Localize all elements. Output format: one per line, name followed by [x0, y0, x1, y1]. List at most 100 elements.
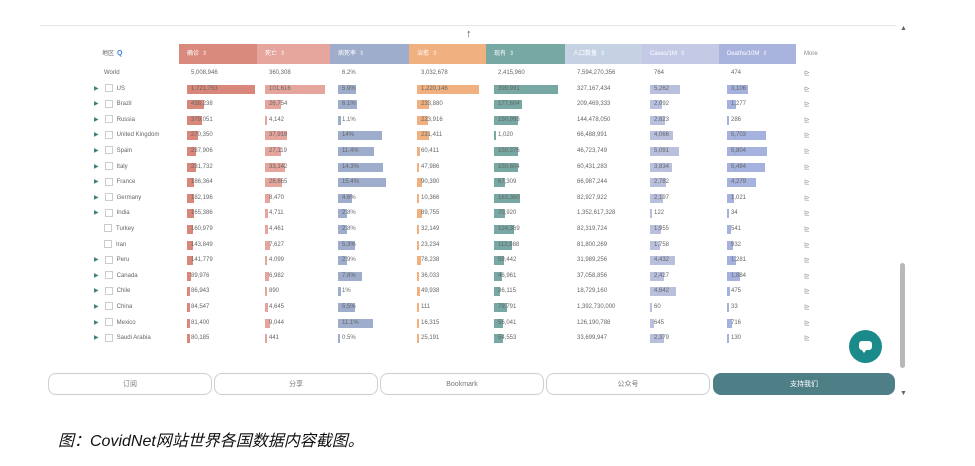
row-checkbox[interactable]: [104, 161, 113, 170]
header-cases-per-m[interactable]: Cases/1M ⇕: [642, 44, 719, 64]
row-checkbox[interactable]: [104, 130, 113, 139]
expand-row-icon[interactable]: ▶: [94, 304, 99, 310]
country-name-cell[interactable]: ▶ US: [94, 82, 125, 97]
trend-chart-icon[interactable]: ⊵: [804, 222, 810, 237]
share-button[interactable]: 分享: [214, 373, 378, 395]
expand-row-icon[interactable]: ▶: [94, 257, 99, 263]
table-row[interactable]: Iran 143,849 7,627 5.3% 23,234 112,988 81,800,…: [94, 238, 894, 254]
header-deaths[interactable]: 死亡 ⇕: [257, 44, 330, 64]
header-deaths-per-m[interactable]: Deaths/10M ⇕: [719, 44, 796, 64]
trend-chart-icon[interactable]: ⊵: [804, 175, 810, 190]
row-checkbox[interactable]: [104, 271, 113, 280]
table-row[interactable]: ▶ Italy 231,732 33,142 14.3% 47,986 150,604 60,…: [94, 160, 894, 176]
row-checkbox[interactable]: [104, 193, 113, 202]
trend-chart-icon[interactable]: ⊵: [804, 331, 810, 346]
row-checkbox[interactable]: [104, 115, 113, 124]
country-name-cell[interactable]: ▶ Chile: [94, 284, 130, 299]
table-row[interactable]: ▶ Spain 237,906 27,119 11.4% 60,411 150,376 46,…: [94, 144, 894, 160]
row-checkbox[interactable]: [104, 99, 113, 108]
scroll-up-arrow-icon[interactable]: ↑: [466, 28, 472, 40]
row-checkbox[interactable]: [104, 84, 113, 93]
table-row[interactable]: ▶ China 84,547 4,645 5.5% 111 79,791 1,392,730,…: [94, 300, 894, 316]
row-checkbox[interactable]: [104, 302, 113, 311]
table-row[interactable]: Turkey 160,979 4,461 2.8% 32,149 124,369 82,31…: [94, 222, 894, 238]
header-population[interactable]: 人口数量 ⇕: [565, 44, 642, 64]
country-name-cell[interactable]: ▶ Germany: [94, 191, 141, 206]
table-row[interactable]: ▶ United Kingdom 270,350 37,919 14% 231,411 1,…: [94, 128, 894, 144]
trend-chart-icon[interactable]: ⊵: [804, 316, 810, 331]
trend-chart-icon[interactable]: ⊵: [804, 160, 810, 175]
official-account-button[interactable]: 公众号: [546, 373, 710, 395]
row-checkbox[interactable]: [104, 317, 113, 326]
expand-row-icon[interactable]: ▶: [94, 164, 99, 170]
header-cases[interactable]: 确诊 ⇕: [179, 44, 257, 64]
row-checkbox[interactable]: [104, 239, 112, 248]
header-region[interactable]: 地区 Q: [94, 44, 179, 64]
header-fatality[interactable]: 病死率 ⇕: [330, 44, 409, 64]
bookmark-button[interactable]: Bookmark: [380, 373, 544, 395]
table-row[interactable]: ▶ Mexico 81,400 9,044 11.1% 16,315 56,041 126,1…: [94, 316, 894, 332]
country-name-cell[interactable]: ▶ India: [94, 206, 130, 221]
table-row[interactable]: ▶ Germany 182,196 8,470 4.6% 10,366 163,360 82,…: [94, 191, 894, 207]
trend-chart-icon[interactable]: ⊵: [804, 284, 810, 299]
country-name-cell[interactable]: ▶ United Kingdom: [94, 128, 159, 143]
country-name-cell[interactable]: Turkey: [94, 222, 134, 237]
search-icon[interactable]: Q: [117, 50, 122, 57]
header-active[interactable]: 现有 ⇕: [486, 44, 565, 64]
trend-chart-icon[interactable]: ⊵: [804, 238, 810, 253]
row-checkbox[interactable]: [104, 224, 112, 233]
trend-chart-icon[interactable]: ⊵: [804, 269, 810, 284]
trend-chart-icon[interactable]: ⊵: [804, 300, 810, 315]
table-row[interactable]: ▶ US 1,721,753 101,616 5.9% 1,220,146 399,991 3…: [94, 82, 894, 98]
expand-row-icon[interactable]: ▶: [94, 335, 99, 341]
scroll-down-icon[interactable]: ▼: [900, 390, 907, 397]
row-checkbox[interactable]: [104, 286, 113, 295]
subscribe-button[interactable]: 订阅: [48, 373, 212, 395]
expand-row-icon[interactable]: ▶: [94, 195, 99, 201]
trend-chart-icon[interactable]: ⊵: [804, 66, 810, 81]
trend-chart-icon[interactable]: ⊵: [804, 191, 810, 206]
row-checkbox[interactable]: [104, 255, 113, 264]
row-checkbox[interactable]: [104, 146, 113, 155]
country-name-cell[interactable]: ▶ France: [94, 175, 135, 190]
country-name-cell[interactable]: ▶ China: [94, 300, 132, 315]
expand-row-icon[interactable]: ▶: [94, 179, 99, 185]
table-row[interactable]: ▶ Saudi Arabia 80,185 441 0.5% 25,191 54,553 33…: [94, 331, 894, 347]
expand-row-icon[interactable]: ▶: [94, 320, 99, 326]
row-checkbox[interactable]: [104, 177, 113, 186]
row-checkbox[interactable]: [104, 208, 113, 217]
table-row[interactable]: ▶ India 165,386 4,711 2.8% 89,755 70,920 1,352,…: [94, 206, 894, 222]
country-name-cell[interactable]: ▶ Brazil: [94, 97, 132, 112]
vertical-scrollbar[interactable]: ▲ ▼: [899, 25, 907, 397]
row-checkbox[interactable]: [104, 333, 113, 342]
expand-row-icon[interactable]: ▶: [94, 132, 99, 138]
header-recovered[interactable]: 治愈 ⇕: [409, 44, 486, 64]
table-row[interactable]: ▶ Brazil 438,238 26,754 6.1% 233,880 177,604 20…: [94, 97, 894, 113]
country-name-cell[interactable]: ▶ Canada: [94, 269, 138, 284]
expand-row-icon[interactable]: ▶: [94, 273, 99, 279]
trend-chart-icon[interactable]: ⊵: [804, 113, 810, 128]
trend-chart-icon[interactable]: ⊵: [804, 206, 810, 221]
country-name-cell[interactable]: Iran: [94, 238, 126, 253]
expand-row-icon[interactable]: ▶: [94, 148, 99, 154]
country-name-cell[interactable]: ▶ Peru: [94, 253, 129, 268]
expand-row-icon[interactable]: ▶: [94, 101, 99, 107]
trend-chart-icon[interactable]: ⊵: [804, 128, 810, 143]
table-row[interactable]: ▶ Canada 89,976 6,982 7.8% 36,033 46,961 37,058…: [94, 269, 894, 285]
country-name-cell[interactable]: ▶ Saudi Arabia: [94, 331, 151, 346]
chat-button[interactable]: [849, 330, 882, 363]
scrollbar-thumb[interactable]: [900, 263, 905, 368]
expand-row-icon[interactable]: ▶: [94, 86, 99, 92]
country-name-cell[interactable]: ▶ Spain: [94, 144, 132, 159]
expand-row-icon[interactable]: ▶: [94, 117, 99, 123]
expand-row-icon[interactable]: ▶: [94, 210, 99, 216]
scroll-up-icon[interactable]: ▲: [900, 25, 907, 32]
trend-chart-icon[interactable]: ⊵: [804, 253, 810, 268]
trend-chart-icon[interactable]: ⊵: [804, 144, 810, 159]
table-row[interactable]: ▶ Peru 141,779 4,099 2.9% 78,238 59,442 31,989,…: [94, 253, 894, 269]
table-row[interactable]: ▶ Russia 379,051 4,142 1.1% 223,916 150,993 144…: [94, 113, 894, 129]
trend-chart-icon[interactable]: ⊵: [804, 97, 810, 112]
trend-chart-icon[interactable]: ⊵: [804, 82, 810, 97]
table-row[interactable]: ▶ France 186,364 28,665 15.4% 90,390 67,309 66,…: [94, 175, 894, 191]
country-name-cell[interactable]: ▶ Italy: [94, 160, 128, 175]
